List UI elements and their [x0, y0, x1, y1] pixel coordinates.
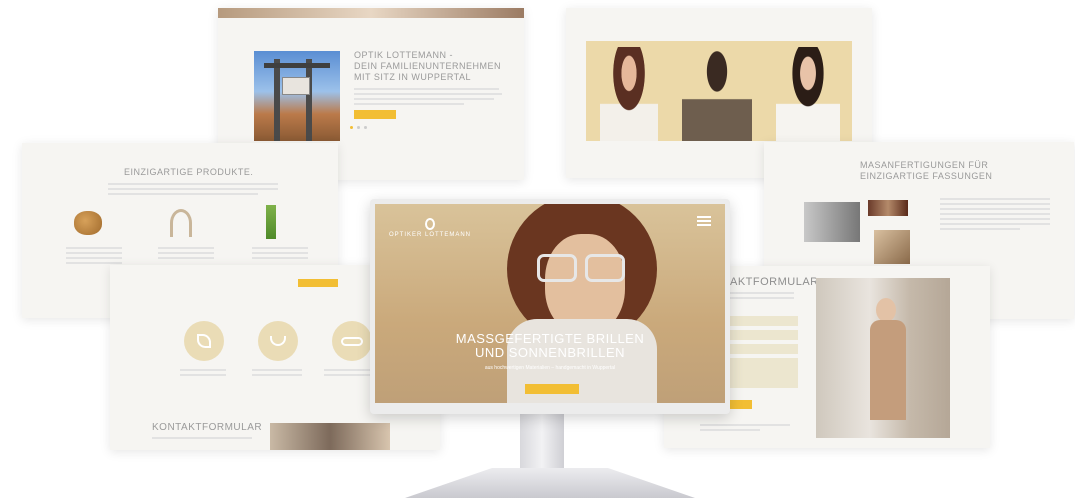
glasses-image [537, 254, 577, 282]
horn-icon [170, 209, 192, 237]
hero-screen: OPTIKER LOTTEMANN MASSGEFERTIGTE BRILLEN… [375, 204, 725, 403]
shop-woman-image [816, 278, 950, 438]
hand-heart-icon [258, 321, 298, 361]
section-heading: EINZIGARTIGE PRODUKTE. [124, 167, 254, 177]
site-logo[interactable]: OPTIKER LOTTEMANN [389, 218, 471, 238]
heading-line-1: OPTIK LOTTEMANN - [354, 50, 454, 60]
hero-model-image [467, 204, 677, 403]
frame-detail-image [874, 230, 910, 264]
contact-heading: KONTAKTFORMULAR [152, 422, 263, 433]
logo-text: OPTIKER LOTTEMANN [389, 232, 472, 238]
heading-line-3: MIT SITZ IN WUPPERTAL [354, 72, 472, 82]
models-photo-strip [586, 41, 852, 141]
model-woman-2-image [776, 47, 840, 141]
message-field[interactable] [730, 358, 798, 388]
hamburger-menu-icon[interactable] [697, 216, 711, 226]
walnut-icon [74, 211, 102, 235]
carousel-dots[interactable] [350, 126, 367, 129]
card-top-strip [218, 8, 524, 18]
body-text-lines [354, 88, 504, 108]
hero-title-line-1: MASSGEFERTIGTE BRILLEN [455, 331, 645, 346]
intro-text-lines [108, 183, 278, 198]
heading-line-1: MASANFERTIGUNGEN FÜR [860, 160, 989, 170]
glasses-icon [332, 321, 372, 361]
monitor-stand-neck [520, 414, 564, 474]
hero-title-line-2: UND SONNENBRILLEN [474, 345, 626, 360]
frame-samples-image [868, 200, 908, 216]
email-field[interactable] [730, 330, 798, 340]
shop-thumb-image [270, 423, 390, 450]
hero-cta-button[interactable] [525, 384, 579, 394]
phone-field[interactable] [730, 344, 798, 354]
yellow-button[interactable] [298, 279, 338, 287]
wuppertal-train-image [254, 51, 340, 141]
model-woman-1-image [600, 47, 658, 141]
body-text-lines [940, 198, 1050, 233]
model-man-image [682, 47, 752, 141]
craftsman-image [804, 202, 860, 242]
imac-monitor: OPTIKER LOTTEMANN MASSGEFERTIGTE BRILLEN… [370, 199, 730, 414]
plant-icon [184, 321, 224, 361]
monitor-stand-base [405, 468, 695, 498]
name-field[interactable] [730, 316, 798, 326]
showcase-stage: OPTIK LOTTEMANN - DEIN FAMILIENUNTERNEHM… [0, 0, 1075, 503]
logo-ring-icon [425, 218, 435, 230]
hero-subtitle: aus hochwertigen Materialien – handgemac… [484, 365, 616, 371]
submit-button[interactable] [730, 400, 752, 409]
heading-line-2: DEIN FAMILIENUNTERNEHMEN [354, 61, 502, 71]
heading-line-2: EINZIGARTIGE FASSUNGEN [860, 171, 993, 181]
bamboo-icon [266, 205, 276, 239]
cta-button[interactable] [354, 110, 396, 119]
contact-heading: AKTFORMULAR [730, 276, 819, 288]
